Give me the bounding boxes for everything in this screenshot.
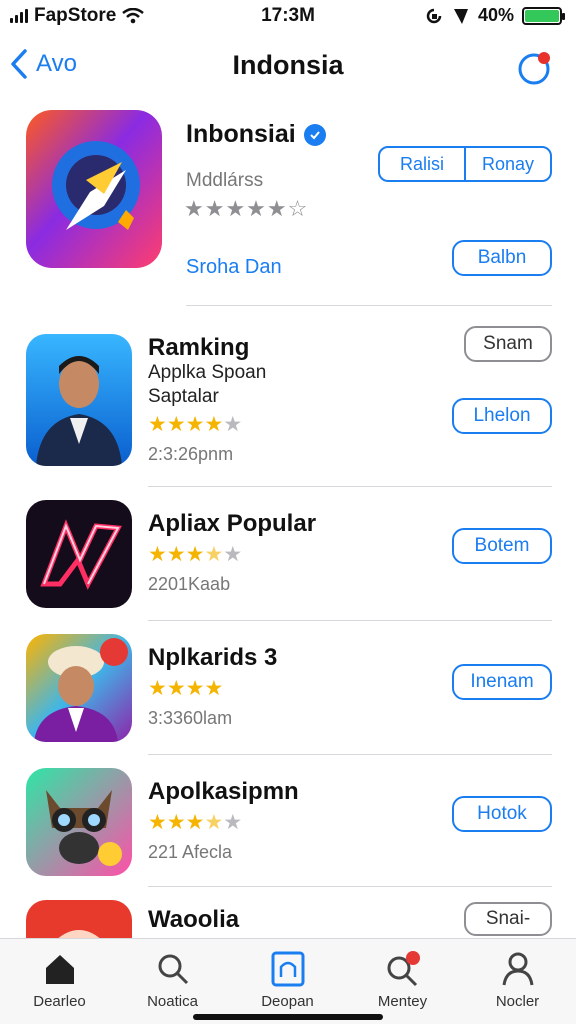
divider [148, 620, 552, 621]
app-name: Ramking [148, 334, 250, 361]
segmented-control[interactable]: Ralisi Ronay [378, 146, 552, 182]
app-icon[interactable] [26, 900, 132, 940]
row-action-button[interactable]: Lhelon [452, 398, 552, 434]
square-icon [271, 951, 304, 987]
app-icon[interactable] [26, 768, 132, 876]
app-meta: 2:3:26pnm [148, 444, 234, 464]
list-item[interactable]: Nplkarids 3 ★★★★ 3:3360lam Inenam [0, 634, 576, 768]
app-icon[interactable] [26, 500, 132, 608]
list-item[interactable]: Waoolia Snai- [0, 900, 576, 940]
location-icon [453, 8, 468, 24]
row-action-button[interactable]: Botem [452, 528, 552, 564]
app-icon[interactable] [26, 634, 132, 742]
featured-app-rating: ★★★★★☆ [184, 196, 309, 221]
row-top-button[interactable]: Snam [464, 326, 552, 362]
home-icon [45, 955, 74, 984]
divider [186, 305, 552, 306]
tab-home[interactable]: Dearleo [2, 949, 117, 1010]
page-title: Indonsia [232, 50, 344, 80]
refresh-button[interactable] [516, 50, 552, 91]
star-rating: ★★★★★ [148, 811, 243, 834]
list-item[interactable]: Apliax Popular ★★★★★ 2201Kaab Botem [0, 500, 576, 634]
featured-app-icon[interactable] [26, 110, 162, 268]
star-rating: ★★★★★ [148, 413, 243, 436]
battery-icon [522, 6, 565, 25]
divider [148, 754, 552, 755]
divider [148, 886, 552, 887]
row-action-button[interactable]: Hotok [452, 796, 552, 832]
segment-left[interactable]: Ralisi [380, 148, 464, 180]
row-action-button[interactable]: Inenam [452, 664, 552, 700]
app-name: Waoolia [148, 906, 240, 933]
app-category: Saptalar [148, 386, 219, 407]
featured-app-title: Inbonsiai [186, 120, 296, 148]
tab-square[interactable]: Deopan [230, 949, 345, 1010]
verified-badge-icon [303, 123, 326, 146]
featured-app-subtitle: Mddlárss [186, 170, 264, 191]
app-meta: 221 Afecla [148, 842, 233, 862]
rotation-lock-icon [426, 8, 442, 23]
star-rating: ★★★★★ [148, 543, 243, 566]
home-indicator [193, 1014, 383, 1020]
status-right: 40% [424, 5, 565, 26]
search-badge-icon [387, 951, 420, 987]
featured-app-link[interactable]: Sroha Dan [186, 256, 282, 279]
tab-search-badge[interactable]: Mentey [345, 949, 460, 1010]
segment-right[interactable]: Ronay [464, 148, 550, 180]
tab-label: Dearleo [33, 993, 86, 1010]
app-meta: 2201Kaab [148, 574, 231, 594]
tab-search[interactable]: Noatica [115, 949, 230, 1010]
featured-action-button[interactable]: Balbn [452, 240, 552, 276]
app-icon[interactable] [26, 334, 132, 466]
tab-label: Deopan [261, 993, 314, 1010]
battery-percent: 40% [477, 5, 514, 25]
star-rating: ★★★★ [148, 677, 224, 700]
tab-bar: Dearleo Noatica Deopan Mentey Nocler [0, 938, 576, 1024]
tab-label: Noatica [147, 993, 198, 1010]
tab-label: Mentey [377, 993, 428, 1010]
refresh-icon [518, 52, 550, 85]
featured-app[interactable]: Inbonsiai Mddlárss ★★★★★☆ Sroha Dan Rali… [0, 110, 576, 310]
nav-bar: Avo Indonsia [0, 40, 576, 96]
person-icon [502, 952, 533, 986]
status-bar: FapStore 17:3M 40% [0, 0, 576, 34]
app-meta: 3:3360lam [148, 708, 233, 728]
app-name: Apolkasipmn [148, 778, 299, 805]
divider [148, 486, 552, 487]
tab-profile[interactable]: Nocler [460, 949, 575, 1010]
list-item[interactable]: Apolkasipmn ★★★★★ 221 Afecla Hotok [0, 768, 576, 902]
featured-app-name: Inbonsiai [186, 120, 326, 149]
tab-label: Nocler [495, 993, 540, 1010]
app-subtitle: Applka Spoan [148, 362, 267, 383]
search-icon [158, 954, 188, 985]
list-item[interactable]: Ramking Applka Spoan Saptalar ★★★★★ 2:3:… [0, 326, 576, 468]
app-name: Apliax Popular [148, 510, 317, 537]
row-action-button[interactable]: Snai- [464, 902, 552, 936]
app-name: Nplkarids 3 [148, 644, 278, 671]
